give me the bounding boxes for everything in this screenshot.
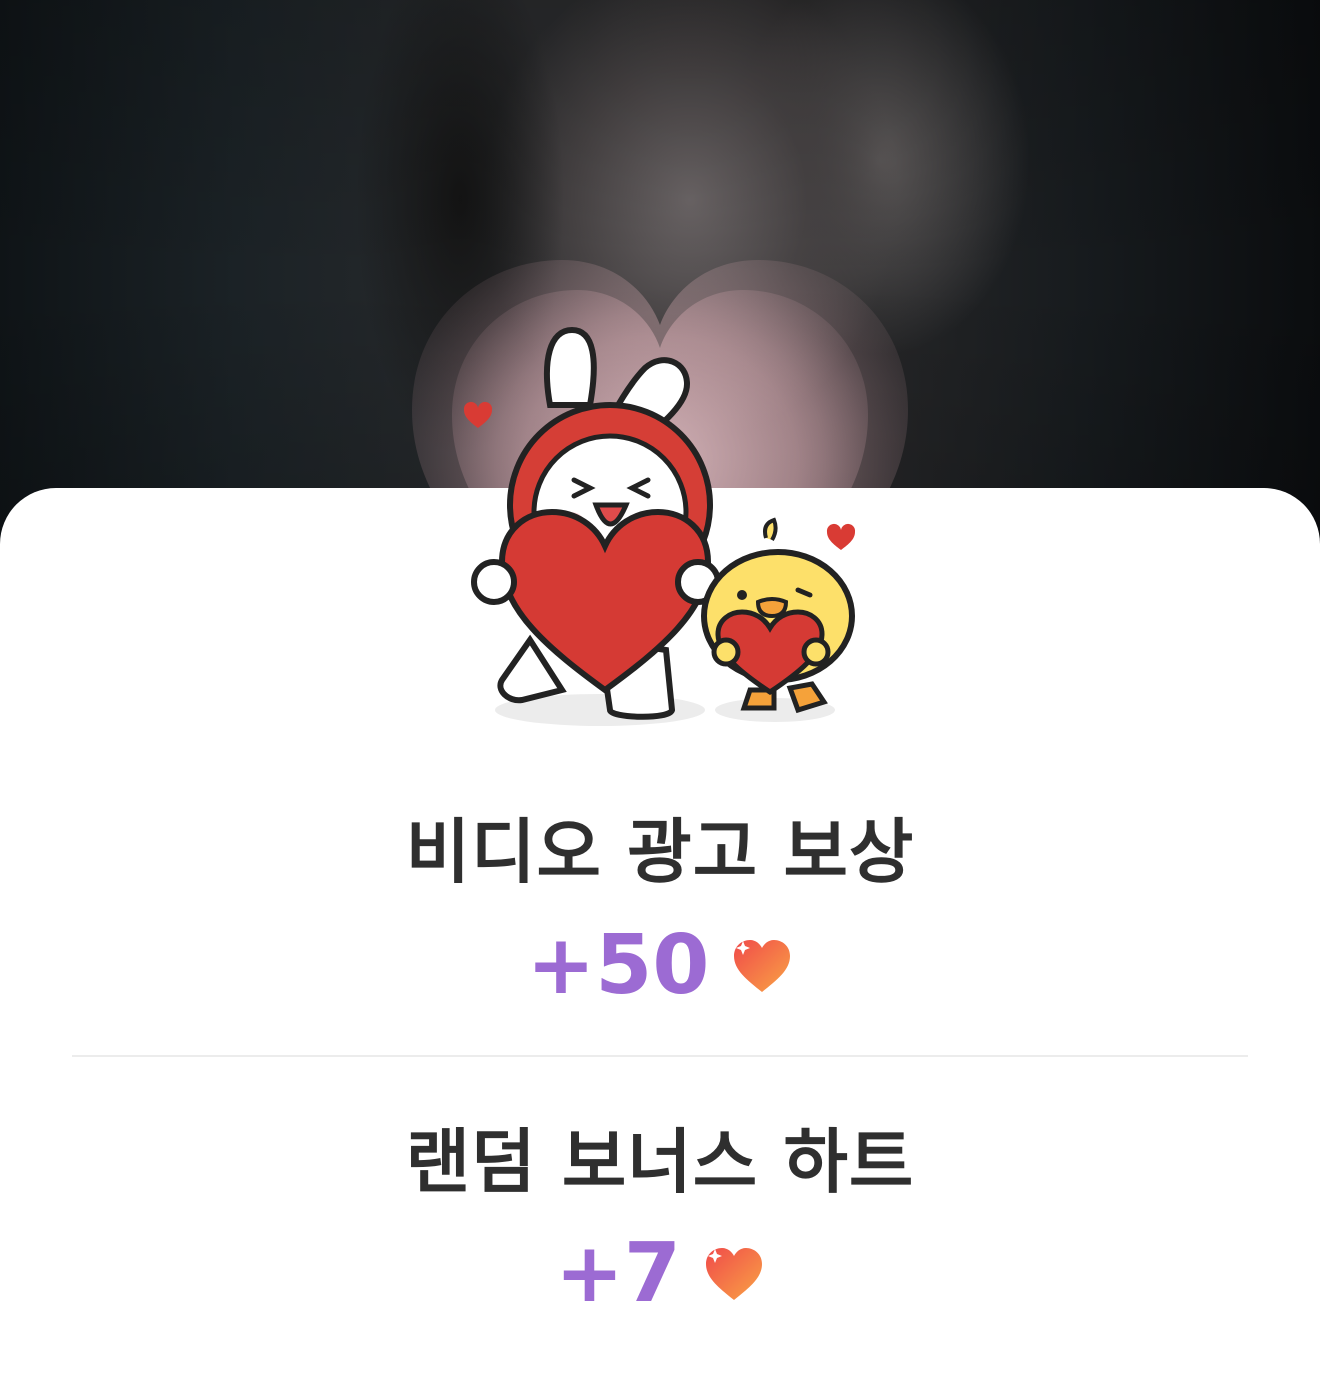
section-divider — [72, 1055, 1248, 1057]
random-bonus-amount: +7 — [555, 1226, 681, 1321]
video-ad-reward-title: 비디오 광고 보상 — [405, 811, 915, 893]
bunny-chick-mascot-icon — [463, 326, 856, 726]
random-bonus-heart-title: 랜덤 보너스 하트 — [405, 1121, 915, 1203]
random-bonus-amount-row: +7 — [0, 1226, 1320, 1321]
heart-icon — [734, 939, 791, 992]
heart-icon — [705, 1247, 762, 1300]
video-ad-reward-amount: +50 — [526, 918, 710, 1013]
video-ad-reward-amount-row: +50 — [0, 918, 1320, 1013]
